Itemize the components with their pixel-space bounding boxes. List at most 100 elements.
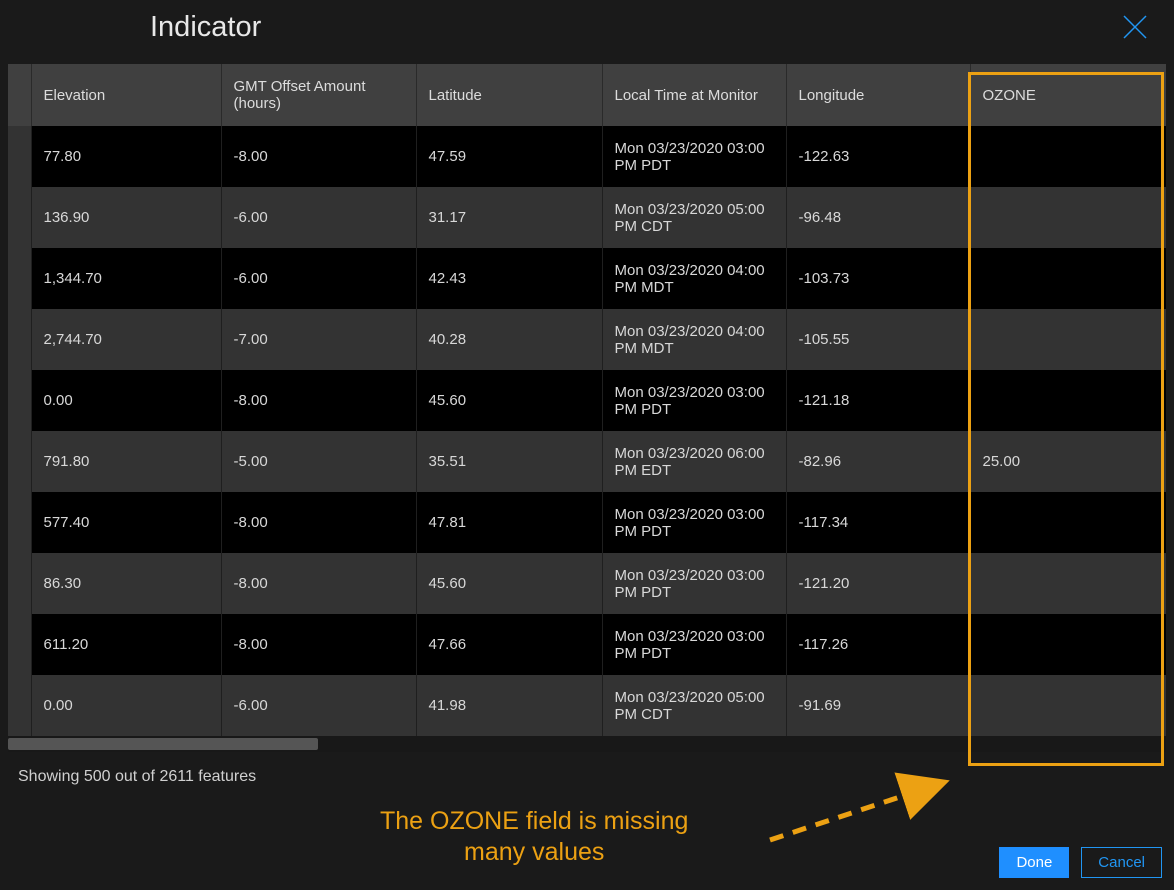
row-handle[interactable]	[8, 309, 31, 370]
cell-ozone[interactable]	[970, 248, 1166, 309]
cell-longitude[interactable]: -103.73	[786, 248, 970, 309]
cell-elevation[interactable]: 2,744.70	[31, 309, 221, 370]
cell-longitude[interactable]: -122.63	[786, 126, 970, 187]
cell-longitude[interactable]: -96.48	[786, 187, 970, 248]
row-handle[interactable]	[8, 248, 31, 309]
cancel-button[interactable]: Cancel	[1081, 847, 1162, 878]
cell-gmt-offset[interactable]: -5.00	[221, 431, 416, 492]
cell-local-time[interactable]: Mon 03/23/2020 05:00 PM CDT	[602, 187, 786, 248]
close-icon[interactable]	[1116, 14, 1154, 40]
table-row[interactable]: 86.30-8.0045.60Mon 03/23/2020 03:00 PM P…	[8, 553, 1166, 614]
cell-local-time[interactable]: Mon 03/23/2020 03:00 PM PDT	[602, 553, 786, 614]
table-row[interactable]: 77.80-8.0047.59Mon 03/23/2020 03:00 PM P…	[8, 126, 1166, 187]
column-header-local-time[interactable]: Local Time at Monitor	[602, 64, 786, 126]
cell-gmt-offset[interactable]: -8.00	[221, 126, 416, 187]
cell-ozone[interactable]	[970, 553, 1166, 614]
cell-local-time[interactable]: Mon 03/23/2020 04:00 PM MDT	[602, 309, 786, 370]
cell-latitude[interactable]: 47.81	[416, 492, 602, 553]
table-row[interactable]: 0.00-6.0041.98Mon 03/23/2020 05:00 PM CD…	[8, 675, 1166, 736]
cell-elevation[interactable]: 0.00	[31, 370, 221, 431]
row-handle[interactable]	[8, 187, 31, 248]
cell-latitude[interactable]: 47.59	[416, 126, 602, 187]
cell-latitude[interactable]: 35.51	[416, 431, 602, 492]
column-header-gmt-offset[interactable]: GMT Offset Amount (hours)	[221, 64, 416, 126]
cell-latitude[interactable]: 45.60	[416, 553, 602, 614]
cell-ozone[interactable]	[970, 492, 1166, 553]
row-handle[interactable]	[8, 492, 31, 553]
cell-local-time[interactable]: Mon 03/23/2020 03:00 PM PDT	[602, 614, 786, 675]
cell-longitude[interactable]: -91.69	[786, 675, 970, 736]
dialog-title: Indicator	[150, 11, 261, 44]
column-header-blank[interactable]	[8, 64, 31, 126]
table-row[interactable]: 791.80-5.0035.51Mon 03/23/2020 06:00 PM …	[8, 431, 1166, 492]
dialog-button-row: Done Cancel	[999, 847, 1162, 878]
cell-gmt-offset[interactable]: -6.00	[221, 187, 416, 248]
done-button[interactable]: Done	[999, 847, 1069, 878]
status-bar: Showing 500 out of 2611 features	[0, 752, 1174, 802]
cell-local-time[interactable]: Mon 03/23/2020 04:00 PM MDT	[602, 248, 786, 309]
horizontal-scrollbar[interactable]	[8, 736, 1166, 752]
annotation-line-2: many values	[380, 837, 688, 868]
cell-gmt-offset[interactable]: -8.00	[221, 553, 416, 614]
column-header-ozone[interactable]: OZONE	[970, 64, 1166, 126]
table-row[interactable]: 577.40-8.0047.81Mon 03/23/2020 03:00 PM …	[8, 492, 1166, 553]
cell-local-time[interactable]: Mon 03/23/2020 06:00 PM EDT	[602, 431, 786, 492]
cell-ozone[interactable]	[970, 126, 1166, 187]
cell-elevation[interactable]: 611.20	[31, 614, 221, 675]
table-row[interactable]: 0.00-8.0045.60Mon 03/23/2020 03:00 PM PD…	[8, 370, 1166, 431]
cell-gmt-offset[interactable]: -8.00	[221, 614, 416, 675]
cell-elevation[interactable]: 86.30	[31, 553, 221, 614]
row-handle[interactable]	[8, 614, 31, 675]
indicator-dialog: Indicator Elevation GMT Offset Amount (h…	[0, 0, 1174, 890]
column-header-elevation[interactable]: Elevation	[31, 64, 221, 126]
cell-latitude[interactable]: 47.66	[416, 614, 602, 675]
table-row[interactable]: 1,344.70-6.0042.43Mon 03/23/2020 04:00 P…	[8, 248, 1166, 309]
cell-elevation[interactable]: 791.80	[31, 431, 221, 492]
cell-elevation[interactable]: 136.90	[31, 187, 221, 248]
table-row[interactable]: 611.20-8.0047.66Mon 03/23/2020 03:00 PM …	[8, 614, 1166, 675]
cell-ozone[interactable]	[970, 187, 1166, 248]
cell-gmt-offset[interactable]: -7.00	[221, 309, 416, 370]
cell-gmt-offset[interactable]: -8.00	[221, 492, 416, 553]
column-header-longitude[interactable]: Longitude	[786, 64, 970, 126]
cell-elevation[interactable]: 0.00	[31, 675, 221, 736]
cell-latitude[interactable]: 40.28	[416, 309, 602, 370]
cell-elevation[interactable]: 577.40	[31, 492, 221, 553]
cell-longitude[interactable]: -121.20	[786, 553, 970, 614]
cell-gmt-offset[interactable]: -6.00	[221, 675, 416, 736]
cell-longitude[interactable]: -117.34	[786, 492, 970, 553]
cell-latitude[interactable]: 41.98	[416, 675, 602, 736]
cell-longitude[interactable]: -121.18	[786, 370, 970, 431]
cell-elevation[interactable]: 77.80	[31, 126, 221, 187]
cell-latitude[interactable]: 42.43	[416, 248, 602, 309]
data-table: Elevation GMT Offset Amount (hours) Lati…	[8, 64, 1166, 736]
cell-elevation[interactable]: 1,344.70	[31, 248, 221, 309]
cell-ozone[interactable]: 25.00	[970, 431, 1166, 492]
cell-longitude[interactable]: -82.96	[786, 431, 970, 492]
cell-gmt-offset[interactable]: -6.00	[221, 248, 416, 309]
annotation-text: The OZONE field is missing many values	[380, 806, 688, 869]
cell-longitude[interactable]: -105.55	[786, 309, 970, 370]
cell-ozone[interactable]	[970, 309, 1166, 370]
cell-local-time[interactable]: Mon 03/23/2020 03:00 PM PDT	[602, 492, 786, 553]
dialog-header: Indicator	[0, 0, 1174, 64]
cell-gmt-offset[interactable]: -8.00	[221, 370, 416, 431]
cell-ozone[interactable]	[970, 370, 1166, 431]
cell-local-time[interactable]: Mon 03/23/2020 03:00 PM PDT	[602, 126, 786, 187]
cell-longitude[interactable]: -117.26	[786, 614, 970, 675]
cell-ozone[interactable]	[970, 675, 1166, 736]
cell-ozone[interactable]	[970, 614, 1166, 675]
table-row[interactable]: 136.90-6.0031.17Mon 03/23/2020 05:00 PM …	[8, 187, 1166, 248]
row-handle[interactable]	[8, 370, 31, 431]
scrollbar-thumb[interactable]	[8, 738, 318, 750]
cell-local-time[interactable]: Mon 03/23/2020 03:00 PM PDT	[602, 370, 786, 431]
row-handle[interactable]	[8, 675, 31, 736]
cell-latitude[interactable]: 31.17	[416, 187, 602, 248]
column-header-latitude[interactable]: Latitude	[416, 64, 602, 126]
cell-latitude[interactable]: 45.60	[416, 370, 602, 431]
cell-local-time[interactable]: Mon 03/23/2020 05:00 PM CDT	[602, 675, 786, 736]
row-handle[interactable]	[8, 431, 31, 492]
row-handle[interactable]	[8, 126, 31, 187]
row-handle[interactable]	[8, 553, 31, 614]
table-row[interactable]: 2,744.70-7.0040.28Mon 03/23/2020 04:00 P…	[8, 309, 1166, 370]
